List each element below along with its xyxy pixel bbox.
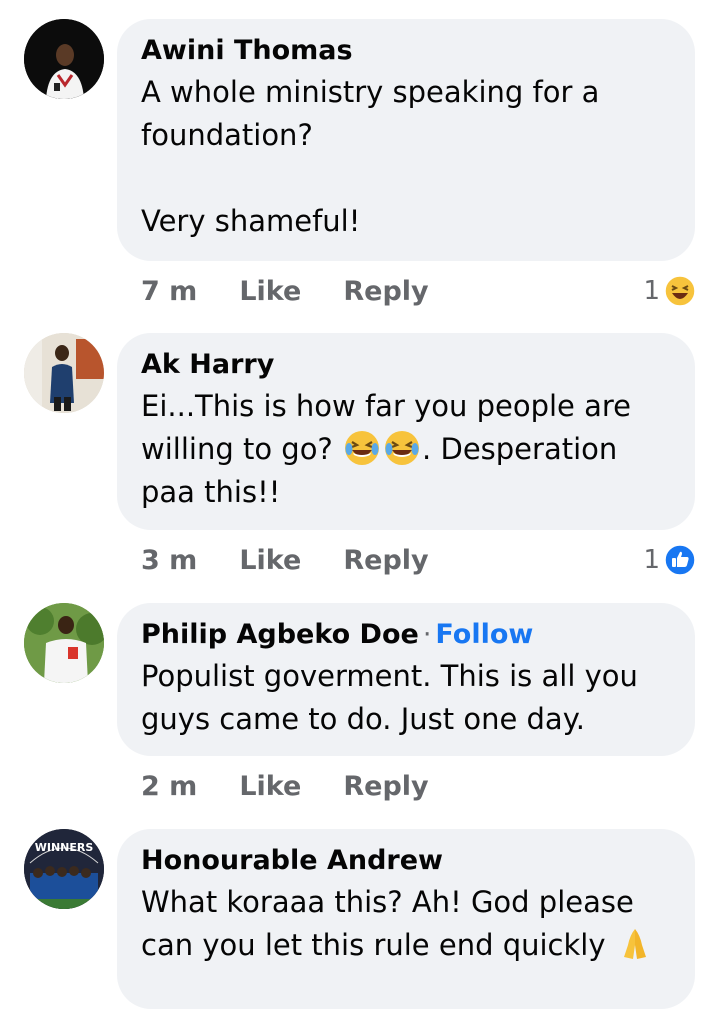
- reply-button[interactable]: Reply: [343, 771, 428, 802]
- follow-button[interactable]: Follow: [435, 619, 533, 650]
- profile-photo-icon: [24, 333, 104, 413]
- haha-reaction-icon: [664, 275, 696, 307]
- comment-author[interactable]: Awini Thomas: [141, 33, 671, 69]
- comment-actions: 3 m Like Reply: [141, 540, 429, 580]
- like-button[interactable]: Like: [239, 771, 301, 802]
- avatar[interactable]: [24, 603, 104, 683]
- like-reaction-icon: [664, 544, 696, 576]
- profile-photo-icon: WINNERS: [24, 829, 104, 909]
- comment-bubble: Honourable Andrew What koraaa this? Ah! …: [117, 829, 695, 1009]
- reaction-summary[interactable]: 1: [643, 271, 696, 311]
- comment-author[interactable]: Philip Agbeko Doe: [141, 619, 419, 650]
- avatar-text: WINNERS: [35, 841, 94, 854]
- folded-hands-icon: [616, 925, 654, 963]
- reaction-count: 1: [643, 276, 660, 306]
- avatar[interactable]: [24, 19, 104, 99]
- comment-timestamp[interactable]: 2 m: [141, 771, 197, 802]
- comment-author-row: Philip Agbeko Doe · Follow: [141, 617, 671, 653]
- comment-text: A whole ministry speaking for a foundati…: [141, 75, 600, 238]
- reply-button[interactable]: Reply: [343, 276, 428, 307]
- face-with-tears-of-joy-icon: [383, 429, 421, 467]
- comment-author[interactable]: Honourable Andrew: [141, 843, 671, 879]
- separator-dot: ·: [422, 619, 432, 650]
- face-with-tears-of-joy-icon: [343, 429, 381, 467]
- profile-photo-icon: [24, 19, 104, 99]
- comment-bubble: Philip Agbeko Doe · Follow Populist goverm…: [117, 603, 695, 756]
- reaction-count: 1: [643, 545, 660, 575]
- comment-actions: 2 m Like Reply: [141, 766, 429, 806]
- comment-text: Populist goverment. This is all you guys…: [141, 659, 638, 736]
- reply-button[interactable]: Reply: [343, 545, 428, 576]
- comment-text-body: What koraaa this? Ah! God please can you…: [141, 885, 634, 962]
- comment-bubble: Awini Thomas A whole ministry speaking f…: [117, 19, 695, 261]
- like-button[interactable]: Like: [239, 545, 301, 576]
- comment-timestamp[interactable]: 3 m: [141, 545, 197, 576]
- comment-author[interactable]: Ak Harry: [141, 347, 671, 383]
- comment-bubble: Ak Harry Ei...This is how far you people…: [117, 333, 695, 530]
- reaction-summary[interactable]: 1: [643, 540, 696, 580]
- comment-timestamp[interactable]: 7 m: [141, 276, 197, 307]
- comment-actions: 7 m Like Reply: [141, 271, 429, 311]
- avatar[interactable]: [24, 333, 104, 413]
- comment-text: What koraaa this? Ah! God please can you…: [141, 881, 671, 967]
- profile-photo-icon: [24, 603, 104, 683]
- comment-text: Ei...This is how far you people are will…: [141, 385, 671, 514]
- avatar[interactable]: WINNERS: [24, 829, 104, 909]
- like-button[interactable]: Like: [239, 276, 301, 307]
